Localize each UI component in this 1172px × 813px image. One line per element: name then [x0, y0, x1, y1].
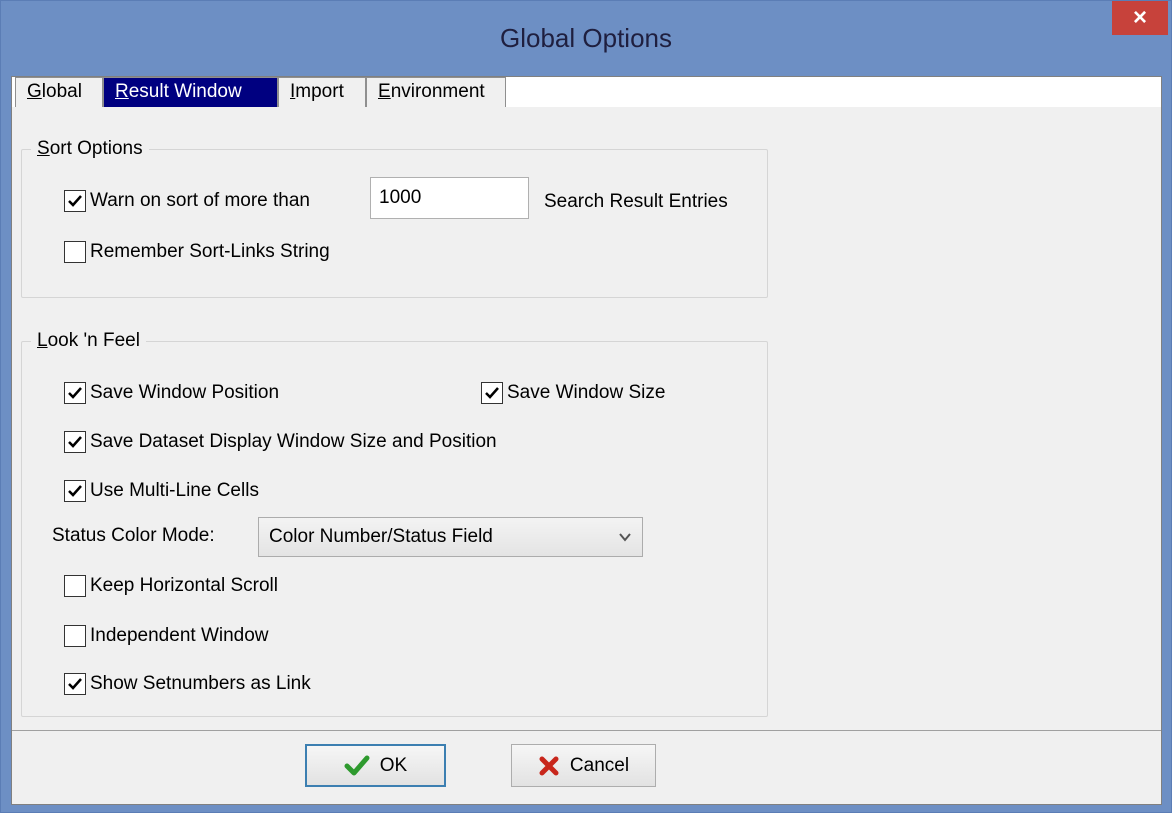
- keep-horizontal-scroll-box[interactable]: [64, 575, 86, 597]
- tab-import[interactable]: Import: [278, 77, 366, 107]
- checkmark-icon: [68, 678, 82, 690]
- dialog-window: Global Options × Global Result Window Im…: [0, 0, 1172, 813]
- show-setnumbers-label: Show Setnumbers as Link: [90, 673, 311, 694]
- independent-window-checkbox[interactable]: Independent Window: [64, 625, 269, 647]
- tab-import-label: mport: [295, 81, 344, 102]
- cancel-button-label: Cancel: [569, 754, 630, 776]
- sort-limit-input[interactable]: [370, 177, 529, 219]
- checkmark-icon: [68, 195, 82, 207]
- sort-options-title-accel: S: [37, 138, 50, 159]
- sort-options-group: [21, 149, 768, 298]
- tab-environment-label: nvironment: [390, 81, 485, 102]
- window-title: Global Options: [500, 23, 672, 53]
- independent-window-label: Independent Window: [90, 625, 269, 646]
- ok-button[interactable]: OK: [305, 744, 446, 787]
- warn-sort-label: Warn on sort of more than: [90, 190, 311, 211]
- look-feel-title-accel: L: [37, 330, 48, 351]
- status-color-mode-value: Color Number/Status Field: [269, 526, 493, 547]
- ok-button-label: OK: [379, 754, 408, 776]
- save-window-position-checkbox[interactable]: Save Window Position: [64, 382, 279, 404]
- save-dataset-box[interactable]: [64, 431, 86, 453]
- keep-horizontal-scroll-label: Keep Horizontal Scroll: [90, 575, 278, 596]
- multiline-cells-label: Use Multi-Line Cells: [90, 480, 259, 501]
- cancel-x-icon: [539, 756, 559, 775]
- checkmark-icon: [68, 387, 82, 399]
- chevron-down-icon: [618, 528, 632, 550]
- tab-result-window-label: esult Window: [128, 81, 242, 102]
- save-window-position-box[interactable]: [64, 382, 86, 404]
- save-dataset-label: Save Dataset Display Window Size and Pos…: [90, 431, 497, 452]
- warn-sort-checkbox[interactable]: Warn on sort of more than: [64, 190, 310, 212]
- sort-options-title: Sort Options: [31, 138, 149, 160]
- tab-environment-accel: E: [378, 81, 391, 102]
- dialog-client: Global Result Window Import Environment …: [11, 76, 1162, 805]
- save-window-size-box[interactable]: [481, 382, 503, 404]
- checkmark-icon: [485, 387, 499, 399]
- tab-result-window[interactable]: Result Window: [103, 77, 278, 107]
- show-setnumbers-checkbox[interactable]: Show Setnumbers as Link: [64, 673, 311, 695]
- checkmark-icon: [68, 436, 82, 448]
- multiline-cells-box[interactable]: [64, 480, 86, 502]
- status-color-mode-select[interactable]: Color Number/Status Field: [258, 517, 643, 557]
- status-color-mode-label: Status Color Mode:: [52, 525, 215, 546]
- ok-check-icon: [344, 755, 370, 775]
- remember-sort-box[interactable]: [64, 241, 86, 263]
- close-button[interactable]: ×: [1112, 1, 1168, 35]
- close-icon: ×: [1132, 4, 1147, 31]
- tab-global-label: lobal: [41, 81, 82, 102]
- multiline-cells-checkbox[interactable]: Use Multi-Line Cells: [64, 480, 259, 502]
- save-dataset-checkbox[interactable]: Save Dataset Display Window Size and Pos…: [64, 431, 497, 453]
- title-bar[interactable]: Global Options ×: [1, 1, 1171, 77]
- tab-result-window-accel: R: [115, 81, 129, 102]
- show-setnumbers-box[interactable]: [64, 673, 86, 695]
- independent-window-box[interactable]: [64, 625, 86, 647]
- save-window-size-checkbox[interactable]: Save Window Size: [481, 382, 665, 404]
- tab-strip: Global Result Window Import Environment: [12, 77, 1161, 107]
- look-feel-title: Look 'n Feel: [31, 330, 146, 352]
- remember-sort-label: Remember Sort-Links String: [90, 241, 330, 262]
- search-result-entries-label: Search Result Entries: [544, 191, 728, 212]
- warn-sort-box[interactable]: [64, 190, 86, 212]
- remember-sort-checkbox[interactable]: Remember Sort-Links String: [64, 241, 330, 263]
- tab-global-accel: G: [27, 81, 42, 102]
- save-window-position-label: Save Window Position: [90, 382, 280, 403]
- checkmark-icon: [68, 485, 82, 497]
- sort-options-title-text: ort Options: [49, 138, 143, 159]
- tab-global[interactable]: Global: [15, 77, 103, 107]
- cancel-button[interactable]: Cancel: [511, 744, 656, 787]
- look-feel-title-text: ook 'n Feel: [47, 330, 140, 351]
- keep-horizontal-scroll-checkbox[interactable]: Keep Horizontal Scroll: [64, 575, 278, 597]
- save-window-size-label: Save Window Size: [507, 382, 666, 403]
- tab-environment[interactable]: Environment: [366, 77, 506, 107]
- result-window-panel: Sort Options Warn on sort of more than S…: [12, 107, 1161, 731]
